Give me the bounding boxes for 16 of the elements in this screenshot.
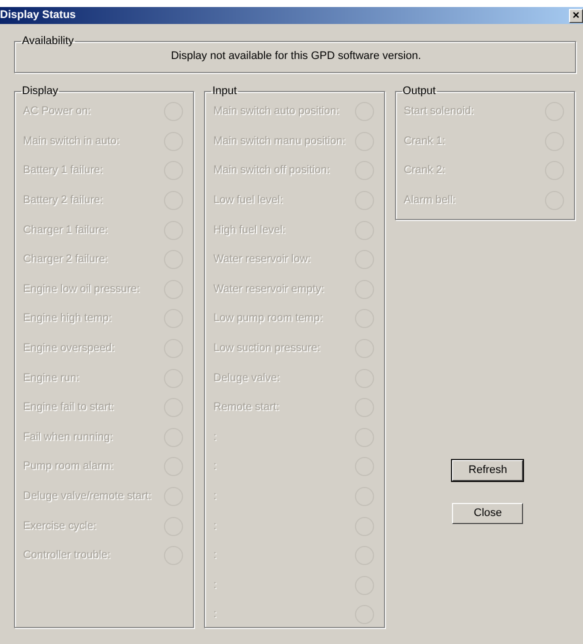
group-title: Input [211, 86, 238, 97]
availability-message: Display not available for this GPD software version. [170, 49, 422, 64]
status-label: : [213, 608, 216, 622]
status-label: : [213, 578, 216, 592]
status-label: : [213, 490, 216, 504]
status-label: : [213, 460, 216, 474]
group-title: Availability [21, 36, 75, 47]
group-title: Display [21, 86, 60, 97]
status-label: : [213, 549, 216, 562]
close-button[interactable]: × [569, 8, 583, 22]
window-title: Display Status [0, 8, 76, 22]
group-title: Output [402, 86, 437, 97]
refresh-button[interactable]: Refresh [452, 460, 524, 482]
status-label: : [213, 520, 216, 533]
status-label: : [213, 430, 216, 444]
close-dialog-button[interactable]: Close [452, 503, 524, 524]
